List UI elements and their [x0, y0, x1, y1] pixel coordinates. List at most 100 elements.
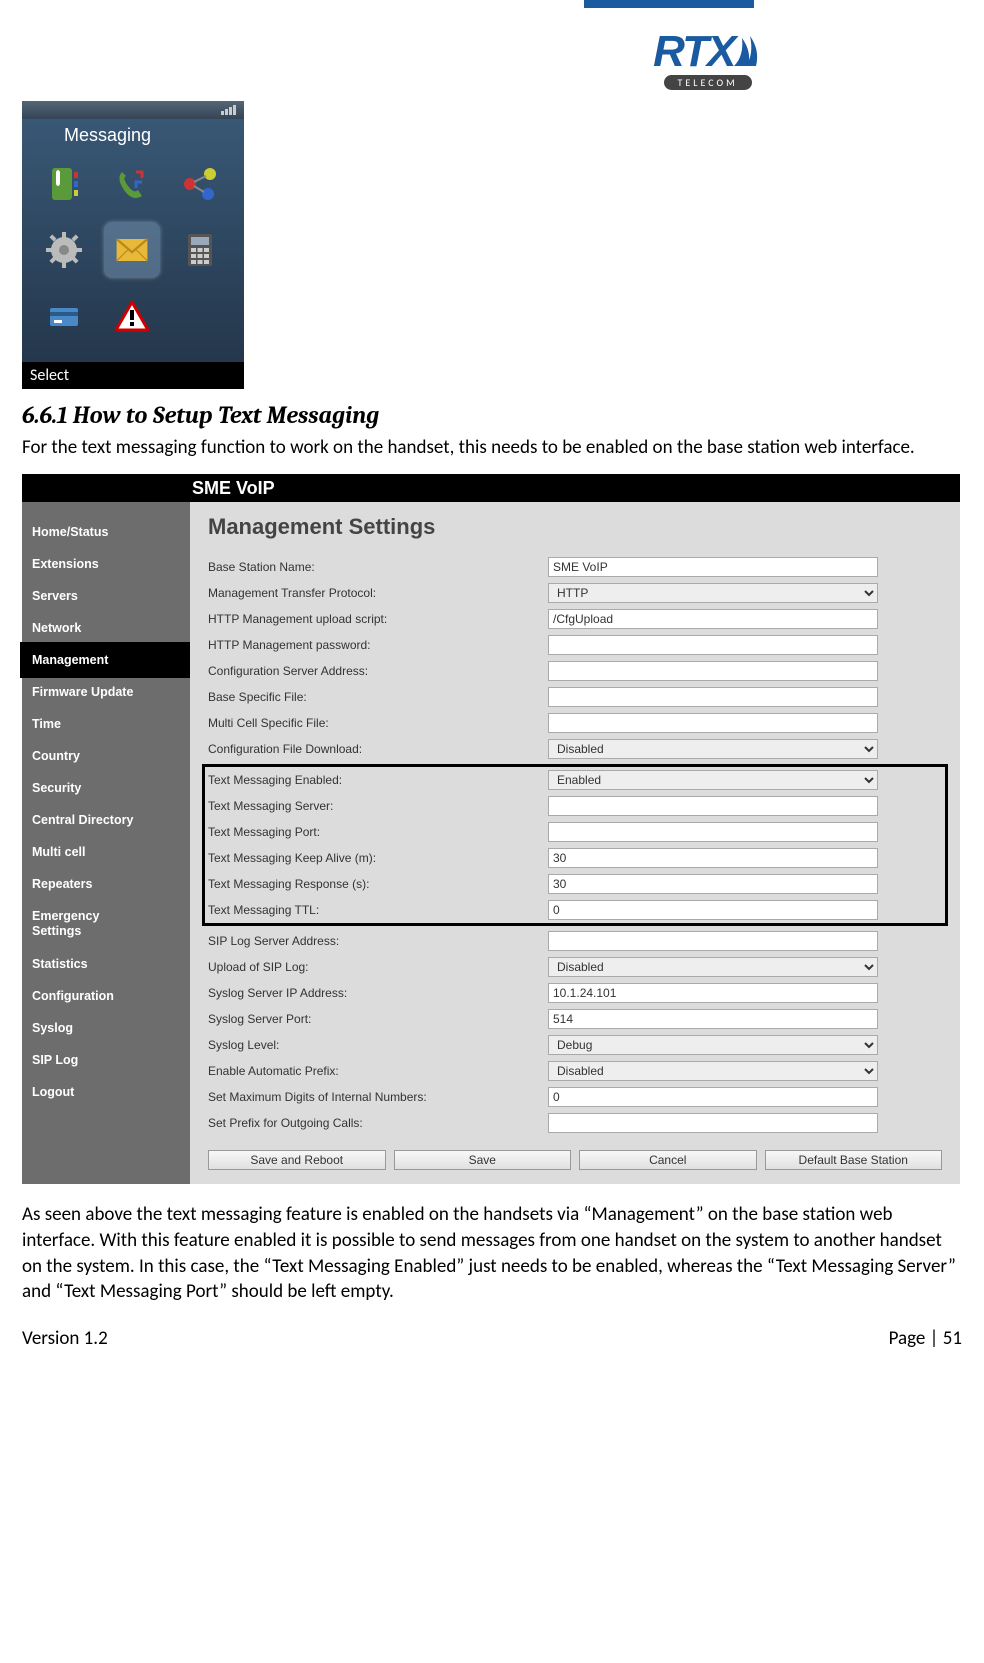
form-row: Text Messaging Enabled:Enabled — [208, 767, 942, 793]
save-and-reboot-button[interactable]: Save and Reboot — [208, 1150, 386, 1170]
input-base-station-name[interactable] — [548, 557, 878, 577]
field-label: Syslog Server IP Address: — [208, 986, 548, 1000]
nav-item-repeaters[interactable]: Repeaters — [22, 868, 190, 900]
alert-icon — [104, 288, 160, 344]
select-syslog-level[interactable]: Debug — [548, 1035, 878, 1055]
input-text-messaging-server[interactable] — [548, 796, 878, 816]
save-button[interactable]: Save — [394, 1150, 572, 1170]
form-row: Management Transfer Protocol:HTTP — [208, 580, 942, 606]
nav-item-time[interactable]: Time — [22, 708, 190, 740]
field-label: Text Messaging Response (s): — [208, 877, 548, 891]
form-row: SIP Log Server Address: — [208, 928, 942, 954]
webui-sidebar: Home/StatusExtensionsServersNetworkManag… — [22, 502, 190, 1184]
input-http-management-upload-script[interactable] — [548, 609, 878, 629]
phone-statusbar — [22, 101, 244, 119]
field-label: Enable Automatic Prefix: — [208, 1064, 548, 1078]
phone-menu-grid — [22, 150, 244, 350]
calls-icon — [104, 156, 160, 212]
nav-item-security[interactable]: Security — [22, 772, 190, 804]
phone-softkey-select: Select — [22, 362, 244, 389]
contacts-icon — [36, 156, 92, 212]
logo-subtitle: TELECOM — [664, 75, 752, 90]
cancel-button[interactable]: Cancel — [579, 1150, 757, 1170]
form-row: Base Specific File: — [208, 684, 942, 710]
select-enable-automatic-prefix[interactable]: Disabled — [548, 1061, 878, 1081]
input-text-messaging-keep-alive-m[interactable] — [548, 848, 878, 868]
nav-item-home-status[interactable]: Home/Status — [22, 516, 190, 548]
field-label: Set Prefix for Outgoing Calls: — [208, 1116, 548, 1130]
field-label: Configuration Server Address: — [208, 664, 548, 678]
nav-item-emergency-settings[interactable]: EmergencySettings — [22, 900, 190, 948]
default-base-station-button[interactable]: Default Base Station — [765, 1150, 943, 1170]
form-row: Syslog Level:Debug — [208, 1032, 942, 1058]
input-base-specific-file[interactable] — [548, 687, 878, 707]
select-management-transfer-protocol[interactable]: HTTP — [548, 583, 878, 603]
card-icon — [36, 288, 92, 344]
nav-item-network[interactable]: Network — [22, 612, 190, 644]
nav-item-extensions[interactable]: Extensions — [22, 548, 190, 580]
connectivity-icon — [172, 156, 228, 212]
webui-screenshot: SME VoIP Home/StatusExtensionsServersNet… — [22, 474, 960, 1184]
form-row: Text Messaging Response (s): — [208, 871, 942, 897]
input-syslog-server-port[interactable] — [548, 1009, 878, 1029]
input-sip-log-server-address[interactable] — [548, 931, 878, 951]
input-text-messaging-ttl[interactable] — [548, 900, 878, 920]
nav-item-logout[interactable]: Logout — [22, 1076, 190, 1108]
input-multi-cell-specific-file[interactable] — [548, 713, 878, 733]
nav-item-sip-log[interactable]: SIP Log — [22, 1044, 190, 1076]
nav-item-statistics[interactable]: Statistics — [22, 948, 190, 980]
nav-item-country[interactable]: Country — [22, 740, 190, 772]
nav-item-management[interactable]: Management — [22, 644, 190, 676]
nav-item-servers[interactable]: Servers — [22, 580, 190, 612]
page-footer: Version 1.2 Page | 51 — [22, 1327, 962, 1350]
field-label: Management Transfer Protocol: — [208, 586, 548, 600]
field-label: Set Maximum Digits of Internal Numbers: — [208, 1090, 548, 1104]
input-text-messaging-response-s[interactable] — [548, 874, 878, 894]
input-syslog-server-ip-address[interactable] — [548, 983, 878, 1003]
form-row: Text Messaging TTL: — [208, 897, 942, 923]
form-row: Upload of SIP Log:Disabled — [208, 954, 942, 980]
form-row: Set Prefix for Outgoing Calls: — [208, 1110, 942, 1136]
nav-item-firmware-update[interactable]: Firmware Update — [22, 676, 190, 708]
nav-item-syslog[interactable]: Syslog — [22, 1012, 190, 1044]
input-set-prefix-for-outgoing-calls[interactable] — [548, 1113, 878, 1133]
field-label: Configuration File Download: — [208, 742, 548, 756]
signal-icon — [221, 105, 236, 115]
input-configuration-server-address[interactable] — [548, 661, 878, 681]
field-label: Text Messaging TTL: — [208, 903, 548, 917]
select-configuration-file-download[interactable]: Disabled — [548, 739, 878, 759]
webui-main: Management Settings Base Station Name: Ma… — [190, 502, 960, 1184]
field-label: Text Messaging Keep Alive (m): — [208, 851, 548, 865]
handset-screenshot: Messaging Select — [22, 101, 244, 389]
form-row: Configuration File Download:Disabled — [208, 736, 942, 762]
accent-bar — [584, 0, 754, 8]
form-row: Configuration Server Address: — [208, 658, 942, 684]
nav-item-configuration[interactable]: Configuration — [22, 980, 190, 1012]
form-row: Set Maximum Digits of Internal Numbers: — [208, 1084, 942, 1110]
field-label: HTTP Management password: — [208, 638, 548, 652]
rtx-logo: RTX TELECOM — [653, 32, 762, 91]
select-text-messaging-enabled[interactable]: Enabled — [548, 770, 878, 790]
nav-item-multi-cell[interactable]: Multi cell — [22, 836, 190, 868]
field-label: Syslog Level: — [208, 1038, 548, 1052]
select-upload-of-sip-log[interactable]: Disabled — [548, 957, 878, 977]
phone-title: Messaging — [22, 119, 244, 150]
form-row: Text Messaging Server: — [208, 793, 942, 819]
field-label: Base Station Name: — [208, 560, 548, 574]
input-set-maximum-digits-of-internal-numbers[interactable] — [548, 1087, 878, 1107]
form-row: Multi Cell Specific File: — [208, 710, 942, 736]
input-text-messaging-port[interactable] — [548, 822, 878, 842]
page-number: Page | 51 — [889, 1327, 962, 1350]
webui-brand: SME VoIP — [22, 474, 960, 502]
field-label: Base Specific File: — [208, 690, 548, 704]
webui-page-heading: Management Settings — [208, 514, 942, 540]
input-http-management-password[interactable] — [548, 635, 878, 655]
swoosh-icon — [732, 32, 762, 68]
button-row: Save and Reboot Save Cancel Default Base St… — [208, 1136, 942, 1174]
version-text: Version 1.2 — [22, 1327, 108, 1350]
form-row: HTTP Management upload script: — [208, 606, 942, 632]
settings-icon — [36, 222, 92, 278]
nav-item-central-directory[interactable]: Central Directory — [22, 804, 190, 836]
form-row: Text Messaging Port: — [208, 819, 942, 845]
field-label: HTTP Management upload script: — [208, 612, 548, 626]
